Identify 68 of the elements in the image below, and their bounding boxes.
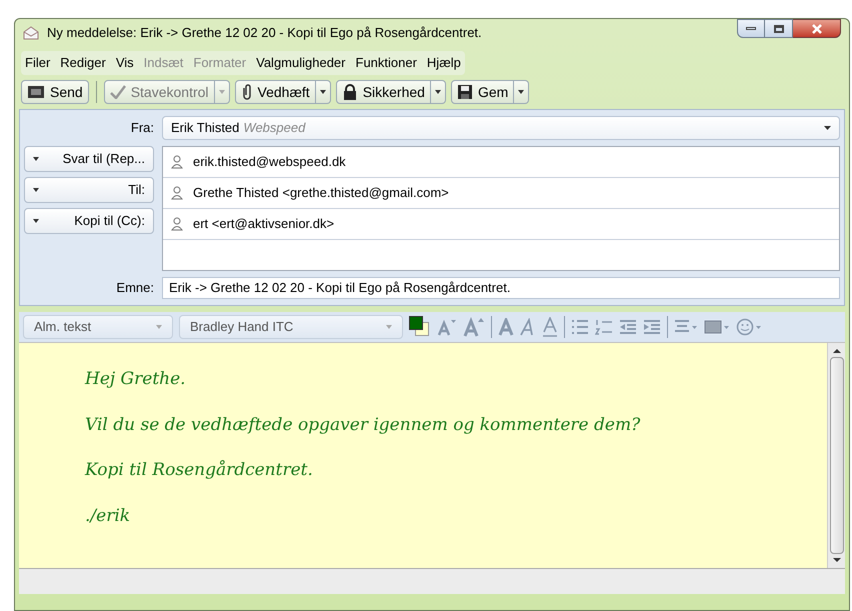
align-icon[interactable] — [674, 319, 698, 335]
indent-icon[interactable] — [643, 319, 661, 335]
menu-item[interactable]: Hjælp — [426, 53, 461, 72]
numbered-list-icon[interactable] — [595, 319, 613, 335]
caret-icon — [824, 126, 831, 130]
caret-icon — [33, 219, 39, 223]
account-name: Webspeed — [243, 119, 306, 138]
toolbar-button[interactable]: Gem — [450, 80, 514, 104]
from-dropdown[interactable]: Erik Thisted Webspeed — [162, 116, 840, 140]
close-button[interactable] — [793, 19, 841, 38]
caret-icon — [434, 90, 441, 94]
recipient-address[interactable]: ert <ert@aktivsenior.dk> — [193, 214, 334, 234]
text-color-picker[interactable] — [409, 316, 431, 338]
caret-icon — [218, 90, 225, 94]
caret-icon — [386, 325, 392, 329]
recipient-type-button[interactable]: Til: — [24, 177, 154, 203]
underline-icon[interactable] — [542, 317, 558, 337]
background-color-icon[interactable] — [704, 319, 730, 335]
decrease-font-size-icon[interactable] — [437, 318, 457, 336]
menu-item[interactable]: Rediger — [60, 53, 106, 72]
maximize-button[interactable] — [765, 19, 793, 38]
bullet-list-icon[interactable] — [571, 319, 589, 335]
send-icon — [27, 84, 45, 100]
sender-name: Erik Thisted — [171, 119, 240, 138]
person-icon — [171, 186, 183, 200]
paperclip-icon — [240, 84, 253, 100]
toolbar-button[interactable]: Vedhæft — [234, 80, 316, 104]
recipient-address[interactable]: erik.thisted@webspeed.dk — [193, 152, 346, 172]
body-paragraph: Vil du se de vedhæftede opgaver igennem og kommentere dem? — [85, 414, 642, 436]
caret-icon — [518, 90, 524, 94]
menu-item[interactable]: Filer — [25, 53, 50, 72]
body-paragraph: Hej Grethe. — [85, 368, 187, 391]
subject-field[interactable]: Erik -> Grethe 12 02 20 - Kopi til Ego på Rosengårdcentret. — [162, 277, 840, 299]
body-paragraph: ./erik — [85, 504, 132, 528]
body-paragraph: Kopi til Rosengårdcentret. — [85, 459, 314, 482]
caret-icon — [320, 90, 326, 94]
italic-icon[interactable] — [520, 318, 536, 336]
checkmark-icon — [110, 85, 126, 99]
paragraph-style-dropdown[interactable]: Alm. tekst — [23, 315, 173, 339]
caret-icon — [33, 188, 39, 192]
menu-item[interactable]: Valgmuligheder — [256, 53, 346, 72]
recipient-type-button[interactable]: Kopi til (Cc): — [24, 208, 154, 234]
window-title: Ny meddelelse: Erik -> Grethe 12 02 20 - Kopi til Ego på Rosengårdcentret. — [47, 24, 482, 42]
recipient-address[interactable]: Grethe Thisted <grethe.thisted@gmail.com> — [193, 183, 449, 203]
close-icon — [810, 24, 822, 34]
bold-icon[interactable] — [498, 318, 514, 336]
increase-font-size-icon[interactable] — [463, 317, 485, 337]
person-icon — [171, 217, 183, 231]
person-icon — [171, 155, 183, 169]
caret-icon — [156, 325, 162, 329]
subject-label: Emne: — [115, 279, 154, 298]
font-dropdown[interactable]: Bradley Hand ITC — [179, 315, 403, 339]
scrollbar[interactable] — [827, 343, 845, 568]
caret-icon — [33, 157, 39, 161]
lock-icon — [342, 84, 358, 100]
smiley-icon[interactable] — [736, 318, 762, 336]
menu-item[interactable]: Vis — [116, 53, 134, 72]
minimize-button[interactable] — [737, 19, 765, 38]
outdent-icon[interactable] — [619, 319, 637, 335]
dropdown-button[interactable] — [430, 80, 446, 104]
recipient-type-button[interactable]: Svar til (Rep... — [24, 146, 154, 172]
dropdown-button[interactable] — [316, 80, 331, 104]
dropdown-button[interactable] — [514, 80, 530, 104]
from-label: Fra: — [130, 119, 154, 138]
toolbar-button[interactable]: Sikkerhed — [336, 80, 431, 104]
envelope-icon — [23, 26, 39, 40]
toolbar-button[interactable]: Send — [21, 80, 89, 104]
menu-item[interactable]: Funktioner — [356, 53, 417, 72]
